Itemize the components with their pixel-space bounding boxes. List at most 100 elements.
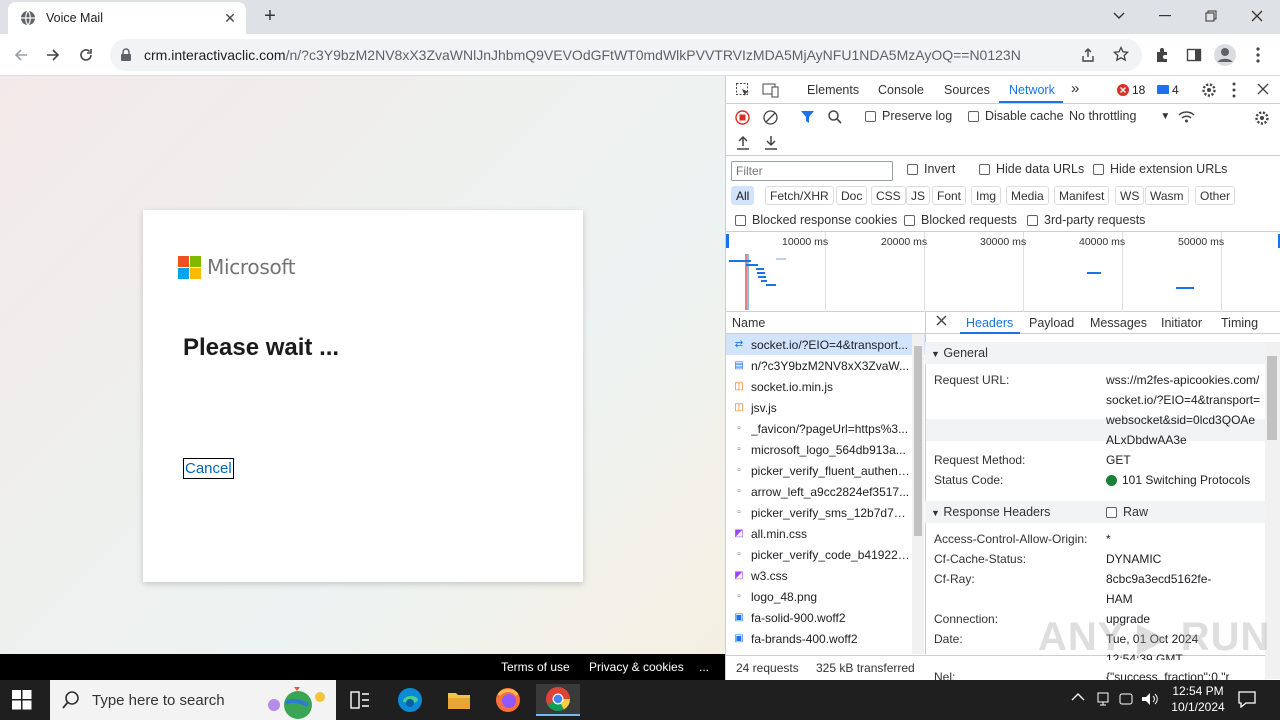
footer-more-link[interactable]: ... <box>699 660 709 674</box>
request-row[interactable]: ▫ picker_verify_fluent_authent... <box>726 460 925 481</box>
show-hidden-icons-icon[interactable] <box>1071 692 1085 702</box>
tab-search-icon[interactable] <box>1096 4 1142 28</box>
type-all[interactable]: All <box>731 186 755 205</box>
hide-data-urls-checkbox[interactable]: Hide data URLs <box>979 162 1084 176</box>
tab-messages[interactable]: Messages <box>1090 316 1147 330</box>
type-media[interactable]: Media <box>1006 186 1049 205</box>
type-css[interactable]: CSS <box>871 186 906 205</box>
chrome-taskbar-icon[interactable] <box>536 684 580 716</box>
privacy-link[interactable]: Privacy & cookies <box>589 660 684 674</box>
request-row[interactable]: ▤ n/?c3Y9bzM2NV8xX3ZvaW... <box>726 355 925 376</box>
firefox-icon[interactable] <box>486 684 530 716</box>
type-doc[interactable]: Doc <box>836 186 868 205</box>
settings-gear-icon[interactable] <box>1201 82 1217 98</box>
third-party-requests-checkbox[interactable]: 3rd-party requests <box>1027 213 1145 227</box>
edge-browser-icon[interactable] <box>388 684 432 716</box>
profile-avatar-icon[interactable] <box>1212 42 1238 68</box>
request-row[interactable]: ◫ jsv.js <box>726 397 925 418</box>
forward-icon[interactable] <box>40 42 66 68</box>
type-wasm[interactable]: Wasm <box>1145 186 1189 205</box>
clear-icon[interactable] <box>763 110 778 125</box>
type-manifest[interactable]: Manifest <box>1054 186 1110 205</box>
request-row[interactable]: ⇄ socket.io/?EIO=4&transport... <box>726 334 925 355</box>
request-row[interactable]: ◫ socket.io.min.js <box>726 376 925 397</box>
raw-checkbox[interactable]: Raw <box>1106 505 1148 519</box>
side-panel-icon[interactable] <box>1181 42 1207 68</box>
disable-cache-checkbox[interactable]: Disable cache <box>968 109 1064 123</box>
detail-scroll-thumb[interactable] <box>1267 356 1277 440</box>
type-img[interactable]: Img <box>971 186 1002 205</box>
request-row[interactable]: ▫ microsoft_logo_564db913a... <box>726 439 925 460</box>
request-row[interactable]: ▫ logo_48.png <box>726 586 925 607</box>
throttling-select[interactable]: No throttling ▼ <box>1069 109 1170 123</box>
close-window-icon[interactable] <box>1234 4 1280 28</box>
reload-icon[interactable] <box>73 42 99 68</box>
filter-input[interactable] <box>731 161 893 181</box>
scroll-thumb[interactable] <box>914 346 922 536</box>
tab-console[interactable]: Console <box>878 83 924 97</box>
tab-timing[interactable]: Timing <box>1221 316 1258 330</box>
back-icon[interactable] <box>8 42 34 68</box>
request-row[interactable]: ▫ _favicon/?pageUrl=https%3... <box>726 418 925 439</box>
messages-badge[interactable]: 4 <box>1157 83 1179 97</box>
lock-icon[interactable] <box>120 48 132 62</box>
share-icon[interactable] <box>1080 47 1096 63</box>
network-settings-icon[interactable] <box>1254 110 1270 126</box>
tab-elements[interactable]: Elements <box>807 83 859 97</box>
type-js[interactable]: JS <box>906 186 931 205</box>
type-ws[interactable]: WS <box>1115 186 1145 205</box>
url-text[interactable]: crm.interactivaclic.com/n/?c3Y9bzM2NV8xX… <box>144 47 1074 63</box>
blocked-response-cookies-checkbox[interactable]: Blocked response cookies <box>735 213 897 227</box>
taskbar-search-box[interactable]: Type here to search <box>50 680 336 720</box>
record-stop-icon[interactable] <box>735 110 750 125</box>
filter-funnel-icon[interactable] <box>801 110 814 124</box>
invert-checkbox[interactable]: Invert <box>907 162 955 176</box>
notifications-icon[interactable] <box>1238 690 1256 708</box>
bookmark-star-icon[interactable] <box>1113 46 1129 62</box>
export-har-icon[interactable] <box>764 135 778 150</box>
network-status-icon[interactable] <box>1096 691 1110 707</box>
request-row[interactable]: ▫ arrow_left_a9cc2824ef3517... <box>726 481 925 502</box>
tab-headers[interactable]: Headers <box>966 316 1013 330</box>
chrome-menu-icon[interactable] <box>1245 42 1271 68</box>
blocked-requests-checkbox[interactable]: Blocked requests <box>904 213 1017 227</box>
tab-sources[interactable]: Sources <box>944 83 990 97</box>
network-conditions-icon[interactable] <box>1178 110 1195 124</box>
type-font[interactable]: Font <box>932 186 967 205</box>
type-fetch-xhr[interactable]: Fetch/XHR <box>765 186 834 205</box>
extensions-icon[interactable] <box>1149 42 1175 68</box>
tab-network[interactable]: Network <box>1009 83 1055 97</box>
close-detail-icon[interactable] <box>936 315 947 326</box>
address-bar[interactable]: crm.interactivaclic.com/n/?c3Y9bzM2NV8xX… <box>110 39 1142 71</box>
request-row[interactable]: ▣ fa-brands-400.woff2 <box>726 628 925 649</box>
network-overview-timeline[interactable]: 10000 ms 20000 ms 30000 ms 40000 ms 5000… <box>726 232 1280 312</box>
inspect-element-icon[interactable] <box>735 82 751 98</box>
new-tab-icon[interactable]: + <box>258 6 282 28</box>
request-row[interactable]: ▫ picker_verify_sms_12b7d768... <box>726 502 925 523</box>
name-column-header[interactable]: Name <box>726 312 925 334</box>
search-icon[interactable] <box>828 110 842 124</box>
preserve-log-checkbox[interactable]: Preserve log <box>865 109 952 123</box>
type-other[interactable]: Other <box>1195 186 1236 205</box>
restore-icon[interactable] <box>1188 4 1234 28</box>
taskbar-clock[interactable]: 12:54 PM 10/1/2024 <box>1166 683 1230 715</box>
response-headers-section-header[interactable]: ▼ Response Headers Raw <box>925 501 1265 523</box>
file-explorer-icon[interactable] <box>437 684 481 716</box>
general-section-header[interactable]: ▼ General <box>925 342 1265 364</box>
tab-close-icon[interactable]: ✕ <box>220 10 240 27</box>
cancel-button[interactable]: Cancel <box>183 458 234 479</box>
browser-tab[interactable]: Voice Mail ✕ <box>8 2 246 34</box>
tab-initiator[interactable]: Initiator <box>1161 316 1202 330</box>
request-row[interactable]: ◩ all.min.css <box>726 523 925 544</box>
volume-icon[interactable] <box>1141 691 1159 707</box>
request-list-scrollbar[interactable] <box>912 334 924 654</box>
request-row[interactable]: ◩ w3.css <box>726 565 925 586</box>
devtools-menu-icon[interactable] <box>1232 82 1236 98</box>
device-toolbar-icon[interactable] <box>762 82 780 98</box>
request-row[interactable]: ▣ fa-solid-900.woff2 <box>726 607 925 628</box>
hide-extension-urls-checkbox[interactable]: Hide extension URLs <box>1093 162 1227 176</box>
minimize-icon[interactable] <box>1142 4 1188 28</box>
more-tabs-icon[interactable]: » <box>1071 80 1079 97</box>
import-har-icon[interactable] <box>736 135 750 150</box>
windows-start-icon[interactable] <box>12 690 32 710</box>
